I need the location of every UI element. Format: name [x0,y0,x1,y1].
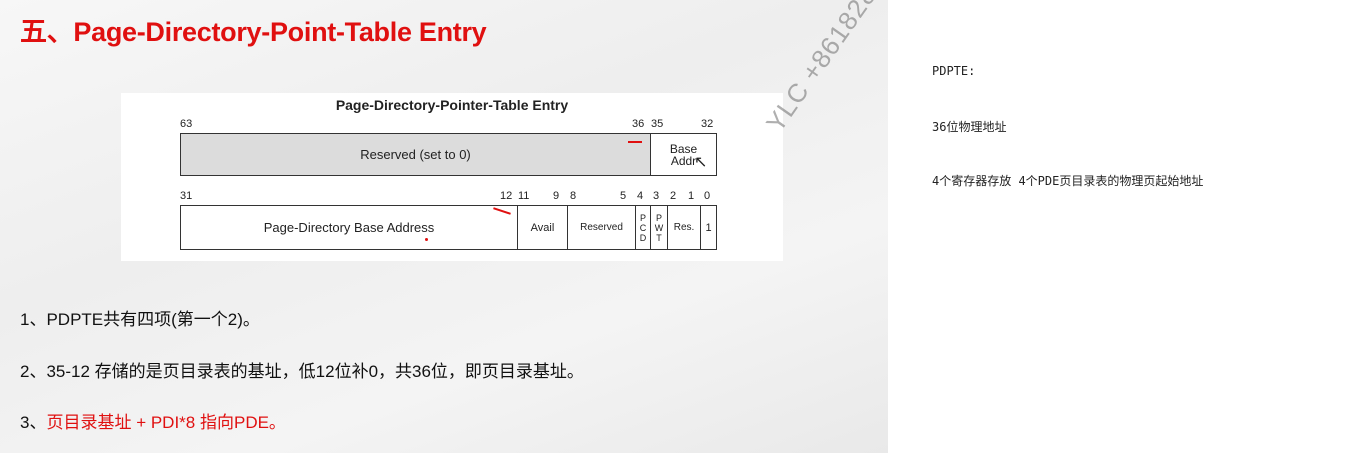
bit-label-35: 35 [651,118,664,130]
mouse-cursor-icon: ↖ [694,154,708,171]
pwt-field: P W T [650,206,667,249]
reserved-low-field: Reserved [567,206,635,249]
slide-point-1: 1、PDPTE共有四项(第一个2)。 [20,310,260,329]
slide-point-3: 3、页目录基址 + PDI*8 指向PDE。 [20,408,286,433]
present-bit-field: 1 [700,206,716,249]
bit-label-31: 31 [180,190,193,202]
bit-label-32: 32 [701,118,714,130]
slide-point-3-highlight: 页目录基址 + PDI*8 指向PDE。 [46,413,286,432]
slide-panel: 五、Page-Directory-Point-Table Entry Page-… [0,0,888,453]
bit-label-63: 63 [180,118,193,130]
bit-label-12: 12 [500,190,513,202]
avail-field: Avail [517,206,567,249]
note-line-1: PDPTE: [932,64,976,78]
reserved-field: Reserved (set to 0) [181,134,650,175]
pwt-letter-t: T [656,232,662,243]
bit-label-0: 0 [704,190,711,202]
diagram-title: Page-Directory-Pointer-Table Entry [335,97,569,113]
bit-label-8: 8 [570,190,577,202]
notes-panel: PDPTE: 36位物理地址 4个寄存器存放 4个PDE页目录表的物理页起始地址 [888,0,1354,453]
bit-label-11: 11 [518,190,530,202]
page-directory-base-field: Page-Directory Base Address [263,220,435,235]
note-line-3: 4个寄存器存放 4个PDE页目录表的物理页起始地址 [932,174,1204,188]
bit-label-3: 3 [653,190,660,202]
upper-dword-row: Reserved (set to 0) Base Addr [180,133,717,176]
pdpte-diagram: Page-Directory-Pointer-Table Entry 63 36… [121,93,783,261]
annotation-dash [628,141,642,143]
bit-label-36: 36 [632,118,645,130]
pwt-letter-p: P [655,212,662,223]
bit-label-4: 4 [637,190,644,202]
res-field: Res. [667,206,700,249]
pwt-letter-w: W [654,222,664,233]
bit-label-2: 2 [670,190,677,202]
base-addr-line2: Addr [670,153,697,168]
pcd-letter-d: D [639,232,647,243]
pcd-letter-p: P [639,212,646,223]
slide-title: 五、Page-Directory-Point-Table Entry [20,17,487,47]
bit-label-5: 5 [620,190,627,202]
pcd-letter-c: C [639,222,647,233]
lower-dword-row: Page-Directory Base Address Avail Reserv… [180,205,717,250]
slide-point-2: 2、35-12 存储的是页目录表的基址，低12位补0，共36位，即页目录基址。 [20,362,584,381]
note-line-2: 36位物理地址 [932,120,1007,134]
pcd-field: P C D [635,206,650,249]
annotation-dot [425,238,428,241]
bit-label-9: 9 [553,190,560,202]
slide-point-3-prefix: 3、 [20,413,47,432]
bit-label-1: 1 [688,190,695,202]
